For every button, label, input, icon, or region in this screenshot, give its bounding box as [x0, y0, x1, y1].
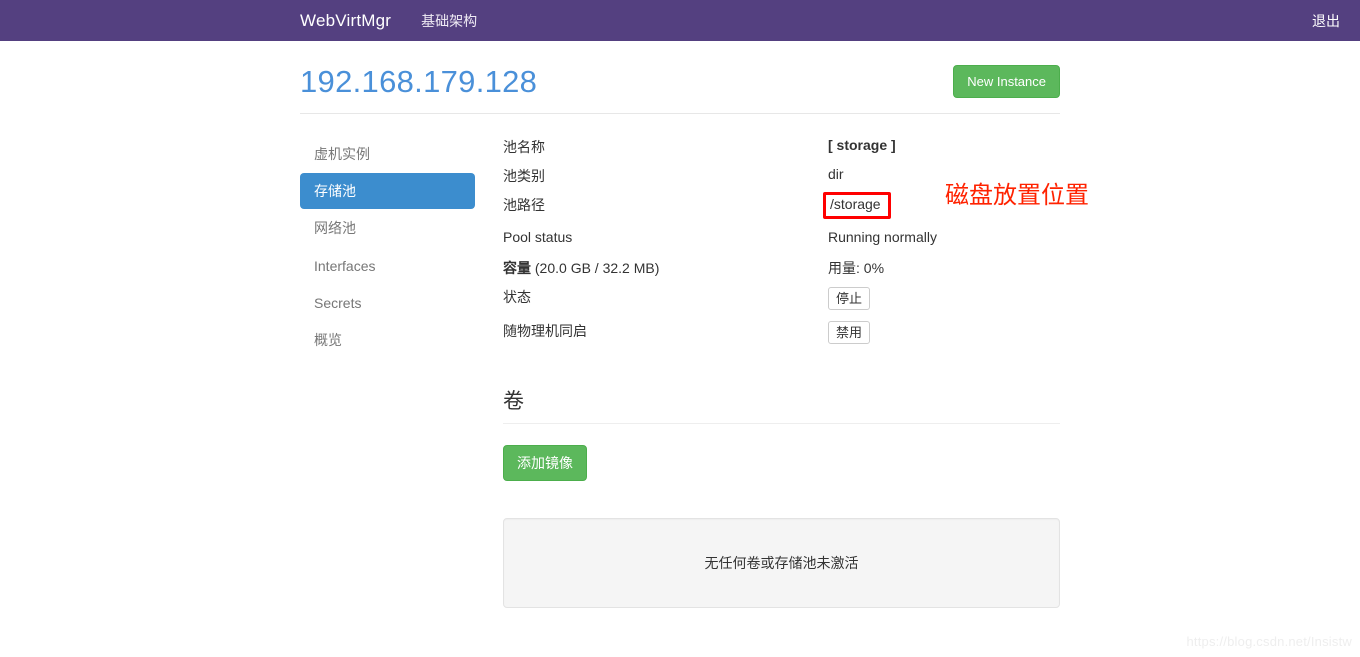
add-image-button[interactable]: 添加镜像	[503, 445, 587, 482]
sidebar-item-instances[interactable]: 虚机实例	[300, 136, 475, 172]
nav-item-logout[interactable]: 退出	[1312, 11, 1340, 31]
page-header: 192.168.179.128 New Instance	[300, 64, 1060, 115]
sidebar-item-storage-pools[interactable]: 存储池	[300, 173, 475, 210]
pool-path-value-wrap: /storage 磁盘放置位置	[823, 184, 1089, 219]
sidebar-link-instances[interactable]: 虚机实例	[300, 136, 475, 172]
top-navbar: WebVirtMgr 基础架构 退出	[0, 0, 1360, 41]
pool-name-value: [ storage ]	[828, 137, 896, 154]
pool-usage-value: 用量: 0%	[828, 260, 885, 277]
pool-type-value: dir	[828, 166, 844, 183]
pool-capacity-detail: (20.0 GB / 32.2 MB)	[534, 260, 660, 277]
nav-item-infrastructure[interactable]: 基础架构	[421, 11, 477, 31]
pool-detail-list: 池名称 [ storage ] 池类别 dir 池路径 /storage 磁盘放…	[475, 136, 1089, 359]
pool-status-row: Pool status Running normally	[503, 228, 1060, 257]
pool-path-label: 池路径	[503, 197, 545, 214]
volumes-title: 卷	[503, 390, 524, 414]
pool-autostart-row: 随物理机同启 禁用	[503, 320, 1060, 354]
pool-capacity-label-text: 容量	[503, 260, 531, 277]
brand-logo[interactable]: WebVirtMgr	[300, 11, 391, 31]
page-title: 192.168.179.128	[300, 64, 538, 99]
sidebar-link-secrets[interactable]: Secrets	[300, 285, 475, 321]
sidebar-item-secrets[interactable]: Secrets	[300, 285, 475, 321]
pool-capacity-row: 容量 (20.0 GB / 32.2 MB) 用量: 0%	[503, 257, 1060, 286]
sidebar-item-network-pools[interactable]: 网络池	[300, 210, 475, 246]
pool-capacity-label: 容量 (20.0 GB / 32.2 MB)	[503, 257, 828, 278]
navbar-right: 退出	[1312, 0, 1340, 41]
new-instance-button[interactable]: New Instance	[953, 65, 1060, 98]
sidebar-link-network-pools[interactable]: 网络池	[300, 210, 475, 246]
sidebar-link-storage-pools[interactable]: 存储池	[300, 173, 475, 210]
pool-autostart-label: 随物理机同启	[503, 323, 587, 340]
sidebar-link-interfaces[interactable]: Interfaces	[300, 248, 475, 284]
pool-path-row: 池路径 /storage 磁盘放置位置	[503, 184, 1089, 228]
pool-state-label: 状态	[503, 289, 531, 306]
content-row: 虚机实例 存储池 网络池 Interfaces Secrets 概览 池名称 […	[300, 136, 1089, 359]
sidebar-item-interfaces[interactable]: Interfaces	[300, 248, 475, 284]
annotation-label: 磁盘放置位置	[945, 182, 1089, 210]
pool-state-value: 停止	[828, 286, 1060, 311]
volumes-section: 卷 添加镜像 无任何卷或存储池未激活	[300, 389, 1060, 609]
pool-status-label: Pool status	[503, 229, 573, 246]
volumes-divider	[503, 423, 1060, 425]
sidebar-link-overview[interactable]: 概览	[300, 322, 475, 358]
watermark: https://blog.csdn.net/Insistw	[1186, 634, 1352, 649]
pool-name-row: 池名称 [ storage ]	[503, 136, 1060, 165]
pool-state-row: 状态 停止	[503, 286, 1060, 320]
pool-status-value: Running normally	[828, 229, 937, 246]
sidebar-item-overview[interactable]: 概览	[300, 322, 475, 358]
pool-path-highlight-box: /storage	[823, 192, 891, 219]
sidebar: 虚机实例 存储池 网络池 Interfaces Secrets 概览	[300, 136, 475, 359]
page-container: 192.168.179.128 New Instance 虚机实例 存储池 网络…	[300, 41, 1089, 609]
pool-name-label: 池名称	[503, 139, 545, 156]
disable-autostart-button[interactable]: 禁用	[828, 321, 871, 345]
pool-autostart-value: 禁用	[828, 320, 1060, 345]
stop-pool-button[interactable]: 停止	[828, 287, 871, 311]
sidebar-nav: 虚机实例 存储池 网络池 Interfaces Secrets 概览	[300, 136, 475, 358]
volumes-empty-state: 无任何卷或存储池未激活	[503, 518, 1060, 609]
pool-type-label: 池类别	[503, 168, 545, 185]
pool-path-value: /storage	[830, 196, 881, 213]
navbar-inner: WebVirtMgr 基础架构 退出	[300, 0, 1340, 41]
